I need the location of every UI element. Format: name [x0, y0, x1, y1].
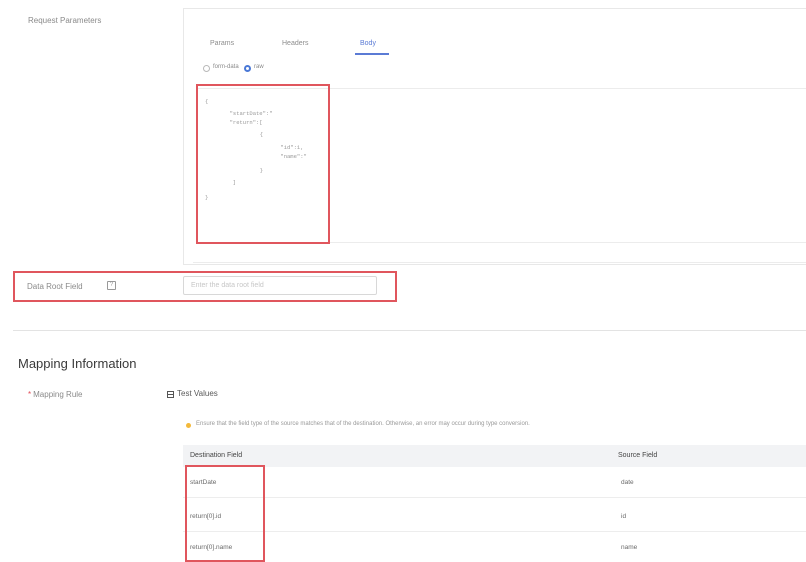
table-icon: [167, 391, 174, 398]
radio-form-data[interactable]: [203, 65, 210, 72]
row-divider: [183, 497, 806, 498]
column-source-field: Source Field: [618, 452, 658, 459]
request-parameters-label: Request Parameters: [28, 16, 102, 25]
source-cell[interactable]: id: [621, 513, 626, 520]
source-cell[interactable]: date: [621, 479, 634, 486]
tab-headers[interactable]: Headers: [282, 40, 308, 47]
tab-body[interactable]: Body: [360, 40, 376, 47]
mapping-rule-label: * Mapping Rule: [28, 390, 83, 399]
data-root-highlight-box: [13, 271, 397, 302]
divider: [193, 262, 806, 263]
test-values-button[interactable]: Test Values: [177, 389, 218, 398]
row-divider: [183, 531, 806, 532]
source-cell[interactable]: name: [621, 544, 637, 551]
type-tip-text: Ensure that the field type of the source…: [196, 421, 530, 427]
warning-icon: [186, 423, 191, 428]
code-highlight-box: [196, 84, 330, 244]
column-destination-field: Destination Field: [190, 452, 243, 459]
mapping-table-header: [183, 445, 806, 467]
destination-highlight-box: [185, 465, 265, 562]
radio-raw-label: raw: [254, 64, 264, 70]
section-divider: [13, 330, 806, 331]
tab-params[interactable]: Params: [210, 40, 234, 47]
radio-form-data-label: form-data: [213, 64, 239, 70]
radio-raw[interactable]: [244, 65, 251, 72]
active-tab-indicator: [355, 53, 389, 55]
section-title: Mapping Information: [18, 356, 137, 371]
